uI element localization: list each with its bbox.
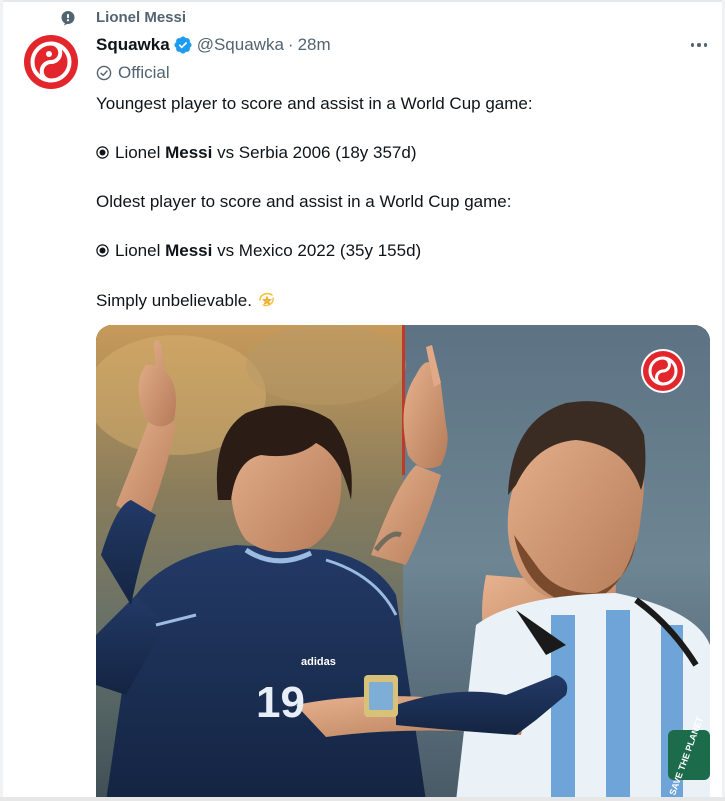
context-topic-link[interactable]: Lionel Messi xyxy=(96,8,186,28)
text-bold-name: Messi xyxy=(165,241,213,260)
squawka-logo-icon xyxy=(641,349,685,393)
tweet-media-image[interactable]: SAVE THE PLANET 19 adidas xyxy=(96,325,710,801)
bullet-radio-icon xyxy=(96,242,109,257)
topic-bubble-icon xyxy=(60,10,76,26)
official-check-icon xyxy=(96,65,112,81)
text-line-closing: Simply unbelievable. xyxy=(96,290,277,311)
verified-badge-icon[interactable] xyxy=(173,35,193,55)
bottom-scrollbar[interactable] xyxy=(0,797,725,801)
top-divider xyxy=(0,0,725,2)
official-label-row[interactable]: Official xyxy=(96,62,170,84)
shirt-brand: adidas xyxy=(301,656,336,668)
text-line-serbia: Lionel Messi vs Serbia 2006 (18y 357d) xyxy=(96,143,416,163)
text-span: Lionel xyxy=(115,143,166,162)
tweet-header: Squawka @Squawka · 28m xyxy=(96,34,331,56)
header-separator: · xyxy=(287,35,294,54)
user-handle[interactable]: @Squawka xyxy=(197,34,284,56)
text-span: Lionel xyxy=(115,241,166,260)
shirt-number: 19 xyxy=(256,678,305,727)
timestamp[interactable]: 28m xyxy=(298,34,331,56)
display-name[interactable]: Squawka xyxy=(96,34,170,56)
left-rail xyxy=(0,0,3,801)
avatar[interactable] xyxy=(23,34,79,90)
more-dots-icon[interactable] xyxy=(686,36,712,54)
dizzy-star-emoji xyxy=(257,290,277,310)
text-span: vs Serbia 2006 (18y 357d) xyxy=(212,143,417,162)
text-line-oldest: Oldest player to score and assist in a W… xyxy=(96,192,512,211)
official-label: Official xyxy=(118,63,170,82)
social-context xyxy=(60,8,76,28)
text-span: Simply unbelievable. xyxy=(96,291,252,310)
text-line-youngest: Youngest player to score and assist in a… xyxy=(96,94,533,113)
bullet-radio-icon xyxy=(96,144,109,159)
text-span: vs Mexico 2022 (35y 155d) xyxy=(212,241,422,260)
text-line-mexico: Lionel Messi vs Mexico 2022 (35y 155d) xyxy=(96,241,421,261)
text-bold-name: Messi xyxy=(165,143,213,162)
